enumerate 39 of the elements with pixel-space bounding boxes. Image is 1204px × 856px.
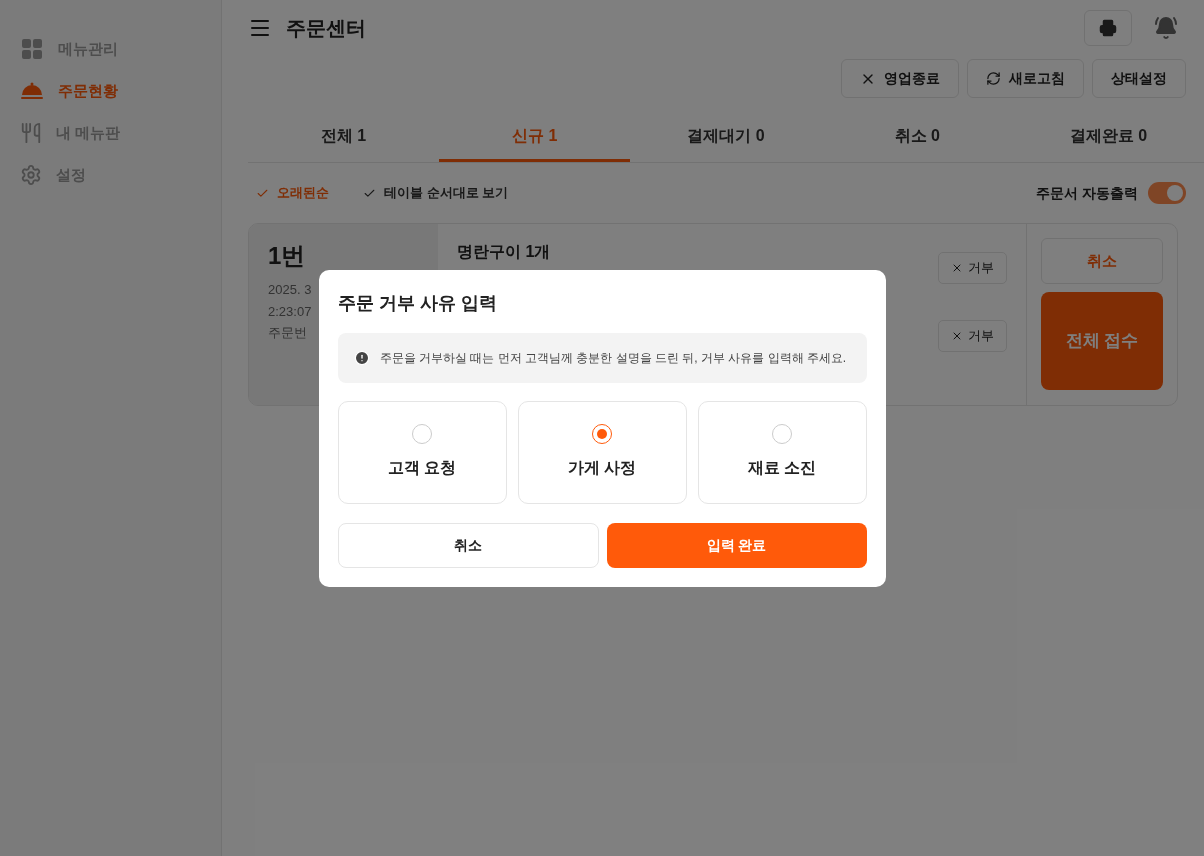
sort-option[interactable]: 오래된순 [256,183,329,203]
action-button[interactable]: 상태설정 [1092,59,1186,98]
refresh-icon [986,71,1001,86]
close-icon [951,262,963,274]
utensils-icon [20,122,42,144]
dialog-title: 주문 거부 사유 입력 [337,291,498,315]
order-time: 2:23:07 [268,302,312,321]
order-id-label: 주문번 [268,324,307,342]
print-button[interactable] [1084,10,1132,46]
reason-option[interactable]: 재료 소진 [697,400,867,504]
bell-icon[interactable] [1154,16,1178,40]
dialog-cancel-button[interactable]: 취소 [337,522,599,568]
printer-icon [1099,19,1117,37]
tab[interactable]: 전체 1 [248,112,440,162]
tab[interactable]: 결제완료 0 [1012,112,1204,162]
reason-option[interactable]: 고객 요청 [337,400,507,504]
auto-print-toggle[interactable] [1148,182,1186,204]
close-icon [951,330,963,342]
menu-item-name: 명란구이 1개 [457,242,552,262]
settings-icon [20,164,42,186]
cancel-order-button[interactable]: 취소 [1041,238,1163,284]
tab[interactable]: 결제대기 0 [630,112,822,162]
reject-button[interactable]: 거부 [938,320,1007,352]
grid-icon [20,37,44,61]
action-button[interactable]: 새로고침 [967,59,1084,98]
page-title: 주문센터 [286,16,367,41]
sort-option[interactable]: 테이블 순서대로 보기 [363,183,509,203]
tab[interactable]: 취소 0 [821,112,1013,162]
tab[interactable]: 신규 1 [439,112,631,162]
action-button[interactable]: 영업종료 [841,59,959,98]
order-time: 2025. 3 [268,281,312,299]
reject-button[interactable]: 거부 [938,252,1007,284]
alert-icon [353,349,370,366]
accept-all-button[interactable]: 전체 접수 [1041,292,1163,390]
reason-option[interactable]: 가게 사정 [517,400,687,504]
auto-print-label: 주문서 자동출력 [1036,183,1138,203]
order-number: 1번 [268,241,307,271]
notice-text: 주문을 거부하실 때는 먼저 고객님께 충분한 설명을 드린 뒤, 거부 사유를 입력해 주세요. [379,349,847,367]
submit-button[interactable]: 입력 완료 [606,522,867,568]
